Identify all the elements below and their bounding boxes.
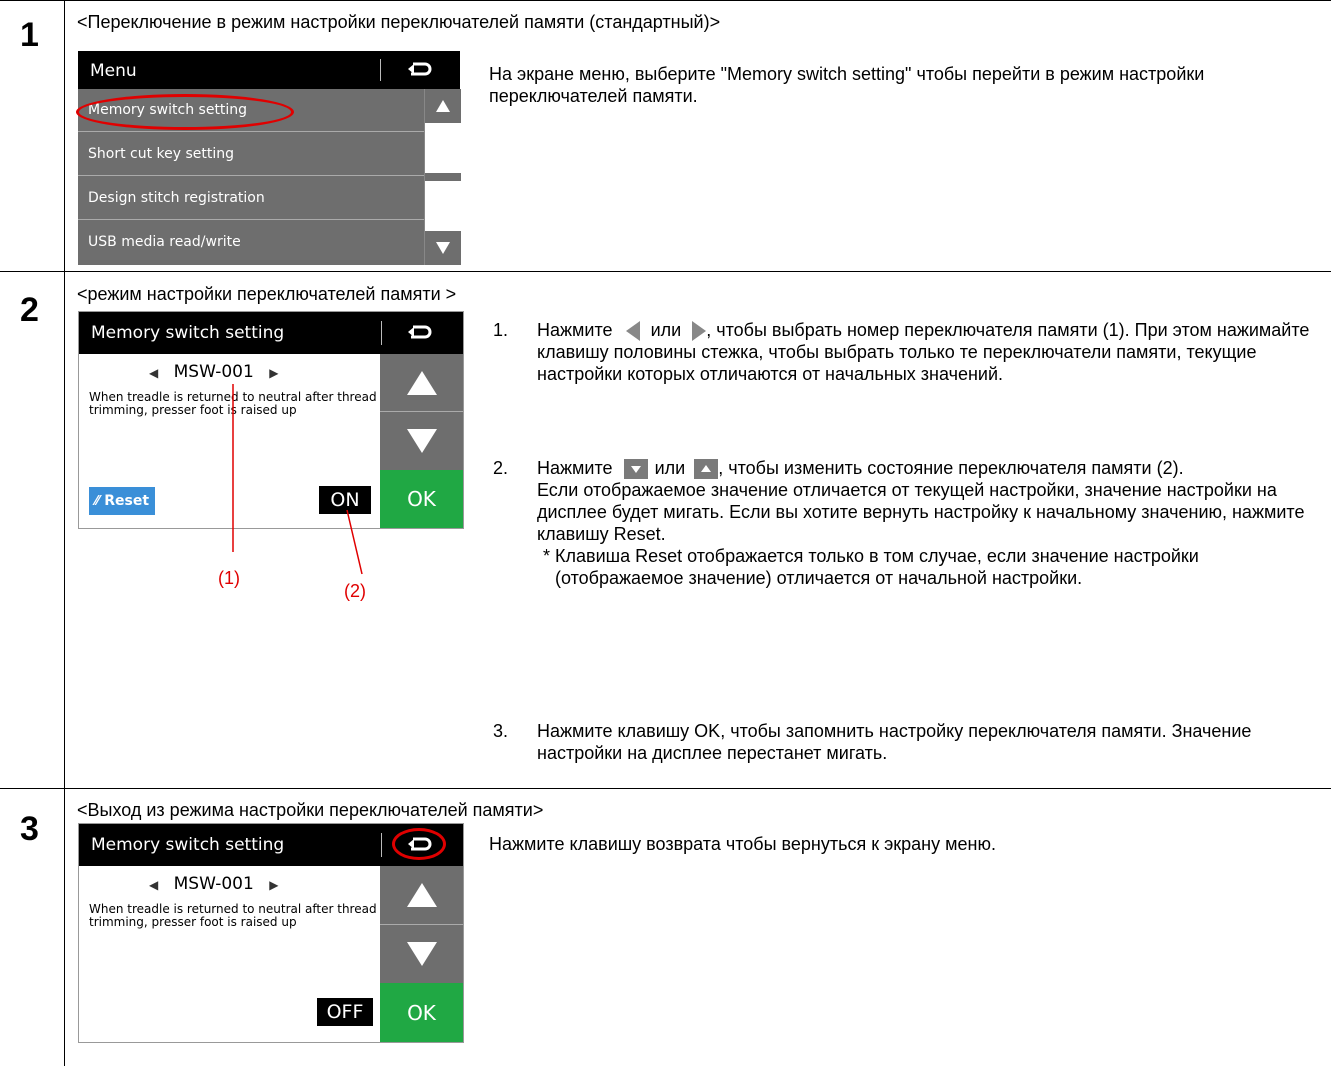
memory-switch-screen-exit: Memory switch setting ◀ MSW-001 ▶ When t… <box>78 823 464 1043</box>
down-button[interactable] <box>380 925 463 983</box>
return-highlight-ellipse <box>392 828 446 860</box>
instruction-text: Нажмите <box>537 458 613 478</box>
instruction-text: или <box>654 458 686 478</box>
instruction-number: 3. <box>493 721 509 741</box>
instruction-1: 1. Нажмите или , чтобы выбрать номер пер… <box>493 319 1328 385</box>
down-key-icon <box>623 459 648 480</box>
up-button[interactable] <box>380 866 463 925</box>
arrow-left-icon[interactable]: ◀ <box>149 878 158 892</box>
instruction-2: 2. Нажмите или , чтобы изменить состояни… <box>493 457 1328 589</box>
callout-label-2: (2) <box>344 581 366 601</box>
instruction-note: * Клавиша Reset отображается только в то… <box>543 546 1199 589</box>
instruction-text: , чтобы изменить состояние переключателя… <box>718 458 1184 478</box>
arrow-left-icon <box>625 321 640 342</box>
up-key-icon <box>694 459 719 480</box>
callout-label-1: (1) <box>218 568 240 588</box>
step-number-3: 3 <box>20 810 39 848</box>
setting-value: OFF <box>317 998 373 1026</box>
title-separator <box>381 833 382 857</box>
ok-button[interactable]: OK <box>380 983 463 1042</box>
instruction-number: 1. <box>493 320 509 340</box>
instruction-text: или <box>650 320 682 340</box>
instruction-extra: Если отображаемое значение отличается от… <box>537 480 1305 545</box>
msw-number: MSW-001 <box>173 874 254 894</box>
step3-text: Нажмите клавишу возврата чтобы вернуться… <box>489 834 996 854</box>
step3-header: <Выход из режима настройки переключателе… <box>77 800 544 820</box>
arrow-up-icon <box>406 883 437 907</box>
arrow-down-icon <box>406 942 437 966</box>
arrow-right-icon <box>692 321 707 342</box>
msw-selector: ◀ MSW-001 ▶ <box>149 874 278 894</box>
arrow-right-icon[interactable]: ▶ <box>269 878 278 892</box>
msw-title-bar: Memory switch setting <box>79 824 463 866</box>
instruction-text: Нажмите клавишу OK, чтобы запомнить наст… <box>537 721 1252 763</box>
msw-description: When treadle is returned to neutral afte… <box>89 902 377 929</box>
instruction-3: 3. Нажмите клавишу OK, чтобы запомнить н… <box>493 720 1328 764</box>
msw-title: Memory switch setting <box>91 835 285 855</box>
instruction-number: 2. <box>493 458 509 478</box>
instruction-text: Нажмите <box>537 320 613 340</box>
